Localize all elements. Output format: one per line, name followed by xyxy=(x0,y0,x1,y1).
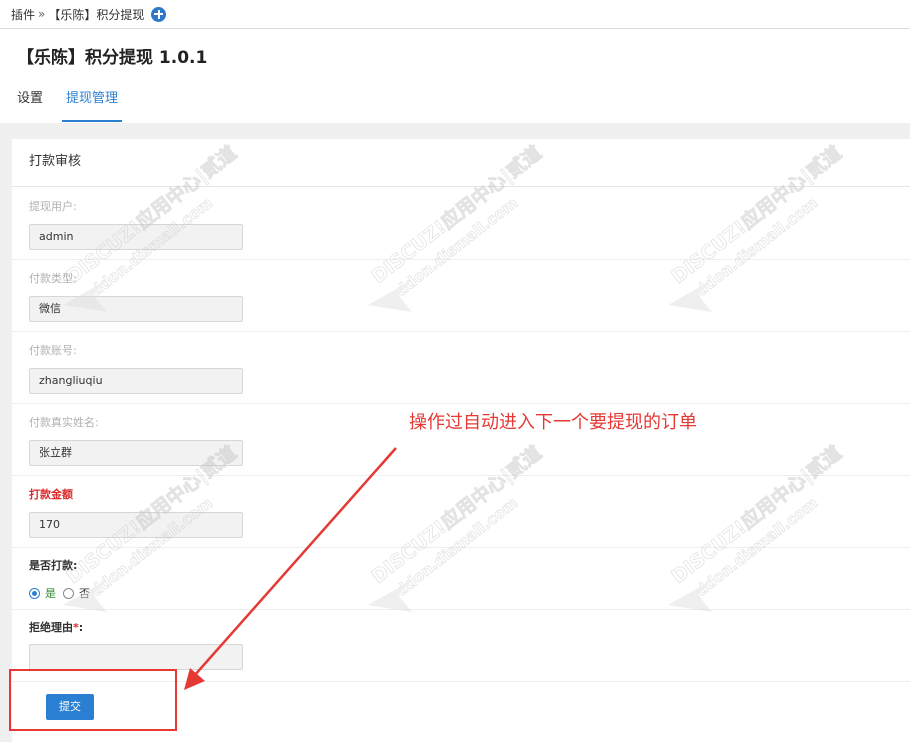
paid-no-label[interactable]: 否 xyxy=(79,585,90,601)
amount-label: 打款金额 xyxy=(29,488,73,501)
paid-no-radio[interactable] xyxy=(63,587,74,599)
user-field[interactable]: admin xyxy=(29,224,243,250)
account-label: 付款账号: xyxy=(29,344,77,357)
payment-type-row: 付款类型: 微信 xyxy=(12,260,910,332)
breadcrumb-separator: » xyxy=(38,7,46,21)
reject-reason-label-suffix: : xyxy=(78,621,84,634)
paid-label: 是否打款: xyxy=(29,559,78,572)
header-panel: 【乐陈】积分提现 1.0.1 设置 提现管理 xyxy=(0,29,910,123)
user-row: 提现用户: admin xyxy=(12,187,910,260)
account-row: 付款账号: zhangliuqiu xyxy=(12,332,910,404)
breadcrumb-root-link[interactable]: 插件 xyxy=(11,6,35,23)
user-label: 提现用户: xyxy=(29,200,77,213)
annotation-text: 操作过自动进入下一个要提现的订单 xyxy=(409,412,697,433)
submit-highlight-box xyxy=(9,669,177,731)
real-name-label: 付款真实姓名: xyxy=(29,416,99,429)
reject-reason-field[interactable] xyxy=(29,644,243,670)
amount-row: 打款金额 170 xyxy=(12,476,910,548)
paid-radio-group: 是 否 xyxy=(29,585,90,601)
payment-type-field[interactable]: 微信 xyxy=(29,296,243,322)
section-title: 打款审核 xyxy=(12,139,910,187)
account-field[interactable]: zhangliuqiu xyxy=(29,368,243,394)
tab-bar: 设置 提现管理 xyxy=(17,90,145,122)
payment-review-card: 打款审核 提现用户: admin 付款类型: 微信 付款账号: zhangliu… xyxy=(12,139,910,742)
paid-row: 是否打款: xyxy=(12,548,910,610)
reject-reason-label: 拒绝理由*: xyxy=(29,619,83,635)
amount-field[interactable]: 170 xyxy=(29,512,243,538)
breadcrumb: 插件 » 【乐陈】积分提现 xyxy=(0,0,910,29)
reject-reason-label-text: 拒绝理由 xyxy=(29,621,73,634)
paid-yes-label[interactable]: 是 xyxy=(45,585,56,601)
tab-settings[interactable]: 设置 xyxy=(17,90,43,122)
page-title: 【乐陈】积分提现 1.0.1 xyxy=(17,48,208,68)
paid-yes-radio[interactable] xyxy=(29,587,40,599)
tab-withdraw-management[interactable]: 提现管理 xyxy=(62,90,123,122)
real-name-field[interactable]: 张立群 xyxy=(29,440,243,466)
add-icon[interactable] xyxy=(151,6,167,22)
payment-type-label: 付款类型: xyxy=(29,272,77,285)
breadcrumb-current: 【乐陈】积分提现 xyxy=(48,7,145,22)
